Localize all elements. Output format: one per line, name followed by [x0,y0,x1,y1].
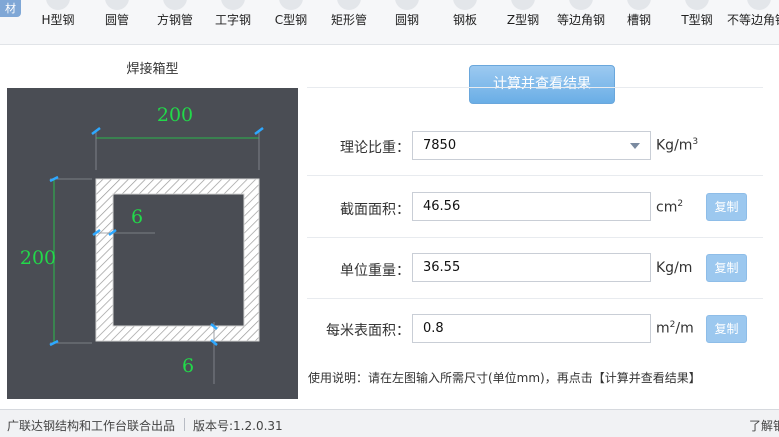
section-type-toolbar: 材 H型钢 圆管 方钢管 工字钢 C型钢 矩形管 圆钢 钢板 Z型钢 等边角钢 … [0,0,779,45]
density-unit: Kg/m3 [656,137,698,154]
app-window: 材 H型钢 圆管 方钢管 工字钢 C型钢 矩形管 圆钢 钢板 Z型钢 等边角钢 … [0,0,779,437]
flange-thickness-value[interactable]: 6 [182,355,194,377]
toolbar-item-equal-angle[interactable]: 等边角钢 [549,0,613,44]
toolbar-item-z-section[interactable]: Z型钢 [491,0,555,44]
toolbar-item-label: H型钢 [41,13,75,27]
toolbar-item-square-tube[interactable]: 方钢管 [143,0,207,44]
toolbar-item-label: 工字钢 [214,13,251,27]
surface-unit: m2/m [656,320,694,337]
c-channel-icon [279,0,303,10]
divider [307,298,763,299]
toolbar-item-label: 圆钢 [394,13,419,27]
surface-value: 0.8 [423,321,444,336]
density-label: 理论比重： [340,140,410,156]
area-unit-base: cm [656,199,678,216]
area-label: 截面面积： [340,202,410,218]
credit-text: 广联达钢结构和工作台联合出品 [7,419,176,433]
area-unit: cm2 [656,199,683,216]
material-tab[interactable]: 材 [0,0,21,17]
toolbar-item-label: 圆管 [104,13,129,27]
toolbar-item-label: 矩形管 [330,13,367,27]
channel-icon [627,0,651,10]
t-section-icon [685,0,709,10]
usage-note: 使用说明：请在左图输入所需尺寸(单位mm)，再点击【计算并查看结果】 [308,371,701,385]
h-beam-icon [46,0,70,10]
section-drawing: 200 200 6 6 [7,88,298,399]
section-title: 焊接箱型 [126,62,179,77]
density-select[interactable]: 7850 [412,131,651,160]
area-field[interactable]: 46.56 [412,192,651,221]
toolbar-item-label: 方钢管 [156,13,193,27]
width-value[interactable]: 200 [157,104,193,126]
weight-label: 单位重量： [340,263,410,279]
box-section-svg: 200 200 6 6 [20,104,264,384]
divider [307,175,763,176]
copy-area-button[interactable]: 复制 [706,193,747,221]
toolbar-item-label: 槽钢 [626,13,651,27]
status-bar: 广联达钢结构和工作台联合出品 版本号:1.2.0.31 了解钢 [0,409,779,437]
toolbar-item-t-section[interactable]: T型钢 [665,0,729,44]
toolbar-item-rect-tube[interactable]: 矩形管 [317,0,381,44]
surface-unit-tail: /m [675,320,694,337]
z-section-icon [511,0,535,10]
area-value: 46.56 [423,199,461,214]
density-unit-base: Kg/m [656,137,693,154]
surface-label: 每米表面积： [326,323,410,339]
chevron-down-icon [630,143,640,149]
toolbar-item-label: T型钢 [681,13,713,27]
round-bar-icon [395,0,419,10]
calculate-button[interactable]: 计算并查看结果 [469,65,615,104]
equal-angle-icon [569,0,593,10]
weight-value: 36.55 [423,260,461,275]
toolbar-item-label: Z型钢 [506,13,540,27]
toolbar-item-label: C型钢 [274,13,308,27]
toolbar-item-label: 不等边角钢 [727,13,779,27]
rect-tube-icon [337,0,361,10]
web-thickness-value[interactable]: 6 [131,206,143,228]
surface-unit-base: m [656,320,670,337]
divider [307,87,763,88]
square-tube-icon [163,0,187,10]
toolbar-item-round-bar[interactable]: 圆钢 [375,0,439,44]
copy-surface-button[interactable]: 复制 [706,315,747,343]
toolbar-item-c-channel[interactable]: C型钢 [259,0,323,44]
toolbar-item-label: 等边角钢 [556,13,605,27]
copy-weight-button[interactable]: 复制 [706,254,747,282]
toolbar-item-h-beam[interactable]: H型钢 [26,0,90,44]
version-text: 版本号:1.2.0.31 [193,419,283,433]
weight-field[interactable]: 36.55 [412,253,651,282]
divider [307,237,763,238]
toolbar-item-unequal-angle[interactable]: 不等边角钢 [723,0,779,44]
toolbar-item-i-beam[interactable]: 工字钢 [201,0,265,44]
toolbar-item-round-tube[interactable]: 圆管 [85,0,149,44]
height-value[interactable]: 200 [20,247,56,269]
surface-field[interactable]: 0.8 [412,314,651,343]
toolbar-item-label: 钢板 [452,13,477,27]
weight-unit: Kg/m [656,260,693,276]
density-unit-exp: 3 [692,137,699,147]
i-beam-icon [221,0,245,10]
round-tube-icon [105,0,129,10]
toolbar-item-channel[interactable]: 槽钢 [607,0,671,44]
area-unit-exp: 2 [677,199,684,209]
learn-more-link[interactable]: 了解钢 [749,417,779,434]
steel-plate-icon [453,0,477,10]
toolbar-item-steel-plate[interactable]: 钢板 [433,0,497,44]
unequal-angle-icon [747,0,771,10]
status-divider [184,418,185,431]
box-section-walls [95,178,260,342]
density-value: 7850 [423,138,457,153]
